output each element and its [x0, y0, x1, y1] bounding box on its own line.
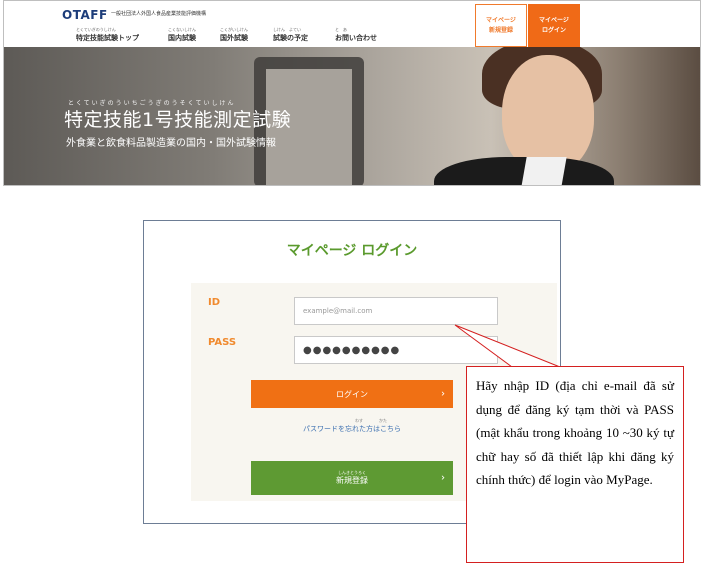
nav-item-label: 特定技能試験トップ [76, 34, 139, 42]
chevron-right-icon: › [441, 388, 445, 400]
login-button-label: ログイン [336, 389, 368, 399]
header-register-line2: 新規登録 [488, 26, 513, 34]
site-header: OTAFF 一般社団法人外国人食品産業技能評価機構 とくていぎのうしけん 特定技… [4, 1, 700, 47]
hero-title: 特定技能1号技能測定試験 [64, 109, 292, 131]
hero-banner: とくていぎのういちごうぎのうそくていしけん 特定技能1号技能測定試験 外食業と飲… [4, 47, 700, 185]
hero-person-collar [521, 157, 567, 185]
nav-item-ruby: こくないしけん [168, 27, 196, 32]
nav-item-top[interactable]: とくていぎのうしけん 特定技能試験トップ [76, 27, 139, 43]
site-screenshot: OTAFF 一般社団法人外国人食品産業技能評価機構 とくていぎのうしけん 特定技… [3, 0, 701, 186]
nav-item-contact[interactable]: と あ お問い合わせ [335, 27, 377, 43]
nav-item-ruby: と あ [335, 27, 347, 32]
id-label: ID [208, 297, 221, 308]
chevron-right-icon: › [441, 472, 445, 484]
login-button[interactable]: ログイン › [251, 380, 453, 408]
hero-subtitle: 外食業と飲食料品製造業の国内・国外試験情報 [66, 138, 276, 149]
forgot-password-label: パスワードを忘れた方はこちら [303, 425, 401, 433]
header-login-line1: マイページ [539, 16, 569, 24]
register-button-label: 新規登録 [336, 476, 368, 485]
nav-item-label: 国内試験 [168, 34, 196, 42]
header-register-line1: マイページ [486, 16, 516, 24]
nav-item-ruby: とくていぎのうしけん [76, 27, 116, 32]
pass-label: PASS [208, 337, 237, 348]
header-login-button[interactable]: マイページ ログイン [528, 4, 580, 47]
organization-name: 一般社団法人外国人食品産業技能評価機構 [111, 11, 207, 17]
nav-item-schedule[interactable]: しけん よてい 試験の予定 [273, 27, 308, 43]
nav-item-ruby: しけん よてい [273, 27, 301, 32]
register-button[interactable]: しんきとうろく 新規登録 › [251, 461, 453, 495]
nav-item-label: お問い合わせ [335, 34, 377, 42]
nav-item-label: 国外試験 [220, 34, 248, 42]
nav-item-overseas[interactable]: こくがいしけん 国外試験 [220, 27, 248, 43]
nav-item-ruby: こくがいしけん [220, 27, 248, 32]
hero-person-face [502, 55, 594, 173]
otaff-logo[interactable]: OTAFF [62, 8, 108, 22]
header-register-button[interactable]: マイページ 新規登録 [475, 4, 527, 47]
header-login-line2: ログイン [541, 26, 566, 34]
login-title: マイページ ログイン [286, 243, 418, 259]
password-input[interactable]: ●●●●●●●●●● [294, 336, 498, 364]
nav-item-domestic[interactable]: こくないしけん 国内試験 [168, 27, 196, 43]
nav-item-label: 試験の予定 [273, 34, 308, 42]
instruction-callout: Hãy nhập ID (địa chỉ e-mail đã sử dụng đ… [466, 366, 684, 563]
id-input[interactable]: example@mail.com [294, 297, 498, 325]
